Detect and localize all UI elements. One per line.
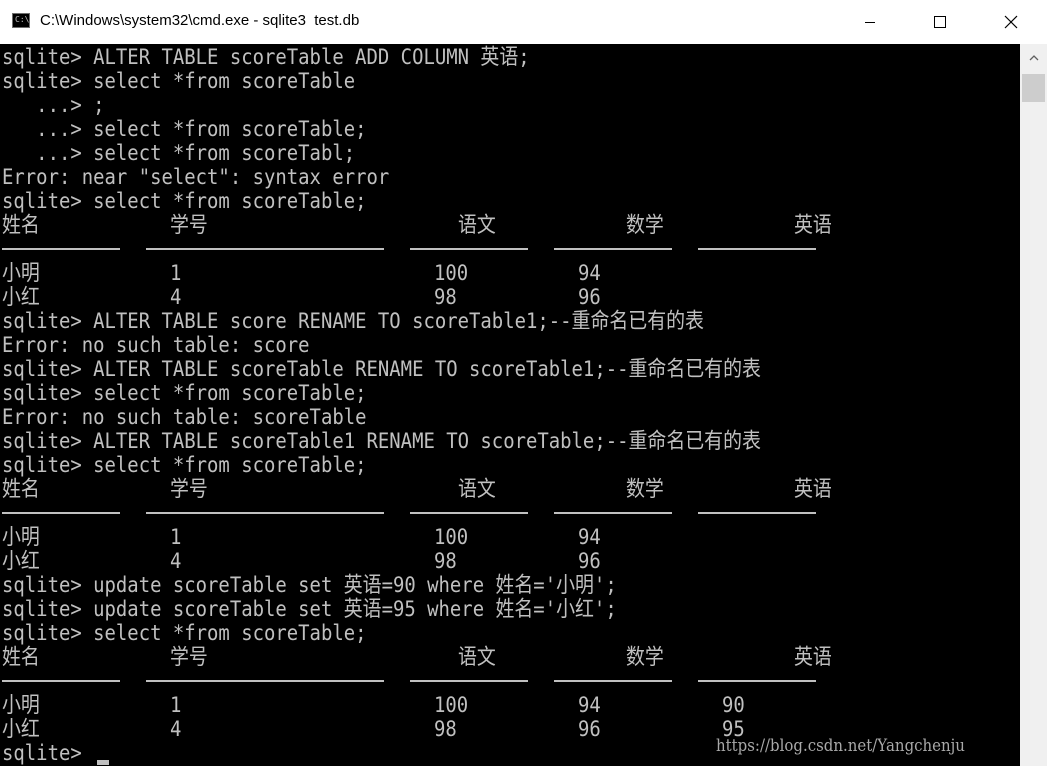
header-cell: 英语 (794, 213, 832, 238)
divider-segment (146, 248, 384, 250)
window-title: C:\Windows\system32\cmd.exe - sqlite3 te… (40, 12, 360, 29)
divider-segment (410, 680, 528, 682)
scroll-thumb[interactable] (1022, 74, 1045, 102)
console-output[interactable]: sqlite> ALTER TABLE scoreTable ADD COLUM… (0, 44, 1020, 766)
console-line: sqlite> select *from scoreTable (2, 69, 356, 94)
header-cell: 数学 (626, 477, 664, 502)
console-line: Error: no such table: score (2, 333, 310, 358)
console-line: sqlite> select *from scoreTable; (2, 453, 367, 478)
header-cell: 姓名 (2, 477, 40, 502)
table-cell: 1 (170, 693, 182, 718)
vertical-scrollbar[interactable] (1020, 44, 1047, 766)
scroll-up-arrow-icon (1029, 54, 1038, 60)
console-line: sqlite> ALTER TABLE scoreTable ADD COLUM… (2, 45, 530, 70)
console-window: C:\ C:\Windows\system32\cmd.exe - sqlite… (0, 0, 1047, 766)
header-cell: 学号 (170, 477, 208, 502)
table-cell: 90 (722, 693, 745, 718)
divider-segment (146, 512, 384, 514)
table-cell: 4 (170, 549, 182, 574)
divider-segment (698, 680, 816, 682)
header-cell: 语文 (458, 477, 496, 502)
title-bar[interactable]: C:\ C:\Windows\system32\cmd.exe - sqlite… (0, 0, 1047, 44)
cmd-icon[interactable]: C:\ (12, 13, 30, 28)
header-cell: 语文 (458, 645, 496, 670)
table-cell: 小红 (2, 717, 40, 742)
scroll-up-button[interactable] (1020, 44, 1047, 71)
divider-segment (554, 680, 672, 682)
header-cell: 姓名 (2, 213, 40, 238)
table-cell: 小红 (2, 549, 40, 574)
console-line: sqlite> update scoreTable set 英语=90 wher… (2, 573, 617, 598)
table-cell: 94 (578, 261, 601, 286)
console-line: ...> ; (2, 93, 105, 118)
table-cell: 94 (578, 525, 601, 550)
header-cell: 英语 (794, 477, 832, 502)
table-cell: 100 (434, 525, 469, 550)
header-cell: 数学 (626, 645, 664, 670)
header-cell: 学号 (170, 645, 208, 670)
divider-segment (146, 680, 384, 682)
table-cell: 96 (578, 717, 601, 742)
divider-segment (2, 680, 120, 682)
maximize-button[interactable] (917, 0, 963, 44)
table-cell: 96 (578, 549, 601, 574)
watermark: https://blog.csdn.net/Yangchenju (716, 736, 965, 756)
table-cell: 小明 (2, 261, 40, 286)
console-line: Error: near "select": syntax error (2, 165, 390, 190)
console-line: sqlite> select *from scoreTable; (2, 621, 367, 646)
divider-segment (554, 512, 672, 514)
console-line: sqlite> update scoreTable set 英语=95 wher… (2, 597, 617, 622)
table-cell: 小明 (2, 525, 40, 550)
header-cell: 数学 (626, 213, 664, 238)
header-cell: 英语 (794, 645, 832, 670)
console-line: Error: no such table: scoreTable (2, 405, 367, 430)
maximize-icon (934, 16, 946, 28)
console-line: ...> select *from scoreTable; (2, 117, 367, 142)
minimize-icon (865, 22, 875, 23)
close-icon (1004, 15, 1018, 29)
divider-segment (2, 248, 120, 250)
divider-segment (698, 248, 816, 250)
close-button[interactable] (988, 0, 1034, 44)
console-line: sqlite> ALTER TABLE scoreTable1 RENAME T… (2, 429, 761, 454)
console-line: sqlite> ALTER TABLE scoreTable RENAME TO… (2, 357, 761, 382)
table-cell: 小红 (2, 285, 40, 310)
table-cell: 1 (170, 261, 182, 286)
divider-segment (410, 512, 528, 514)
table-cell: 1 (170, 525, 182, 550)
header-cell: 学号 (170, 213, 208, 238)
table-cell: 100 (434, 693, 469, 718)
table-cell: 98 (434, 549, 457, 574)
table-cell: 94 (578, 693, 601, 718)
console-line: ...> select *from scoreTabl; (2, 141, 356, 166)
console-line: sqlite> select *from scoreTable; (2, 189, 367, 214)
cmd-icon-label: C:\ (15, 15, 30, 24)
table-cell: 小明 (2, 693, 40, 718)
console-line: sqlite> select *from scoreTable; (2, 381, 367, 406)
divider-segment (698, 512, 816, 514)
table-cell: 96 (578, 285, 601, 310)
minimize-button[interactable] (847, 0, 893, 44)
table-cell: 100 (434, 261, 469, 286)
divider-segment (410, 248, 528, 250)
table-cell: 98 (434, 717, 457, 742)
console-line: sqlite> ALTER TABLE score RENAME TO scor… (2, 309, 704, 334)
header-cell: 语文 (458, 213, 496, 238)
table-cell: 98 (434, 285, 457, 310)
text-cursor (97, 760, 109, 765)
console-prompt: sqlite> (2, 741, 94, 766)
header-cell: 姓名 (2, 645, 40, 670)
divider-segment (554, 248, 672, 250)
table-cell: 4 (170, 285, 182, 310)
table-cell: 4 (170, 717, 182, 742)
divider-segment (2, 512, 120, 514)
